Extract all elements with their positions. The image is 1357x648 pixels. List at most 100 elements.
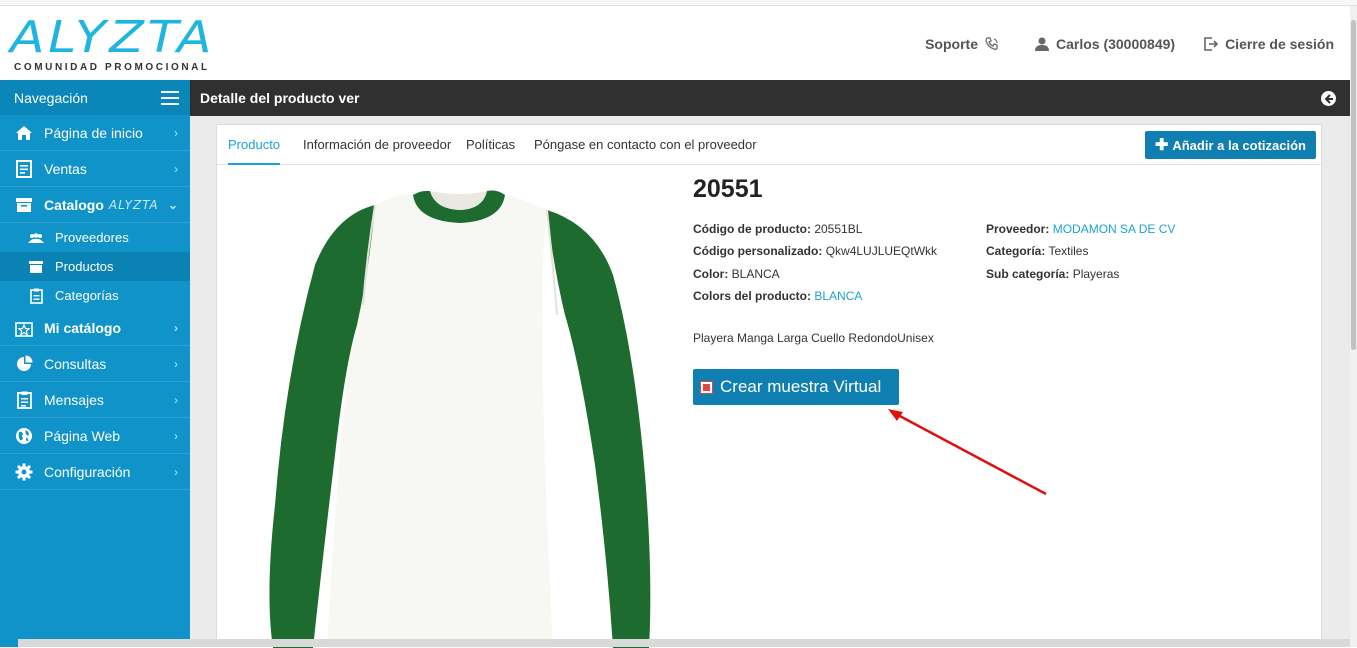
- add-to-quote-button[interactable]: ✚ Añadir a la cotización: [1144, 131, 1316, 159]
- sidebar-subitem-products[interactable]: Productos: [0, 252, 190, 281]
- chevron-right-icon: ›: [174, 465, 178, 479]
- sidebar-item-label: Ventas: [44, 160, 87, 177]
- sidebar-item-label: Configuración: [44, 463, 131, 480]
- subcategory-field: Sub categoría: Playeras: [986, 267, 1119, 281]
- top-header: ALYZTA COMUNIDAD PROMOCIONAL Soporte Car…: [0, 6, 1350, 80]
- archive-icon: [27, 260, 45, 273]
- sidebar-subitem-label: Categorías: [55, 288, 119, 303]
- custom-code: Qkw4LUJLUEQtWkk: [825, 244, 938, 258]
- chevron-right-icon: ›: [174, 162, 178, 176]
- tab-contact-supplier[interactable]: Póngase en contacto con el proveedor: [534, 125, 757, 165]
- pie-chart-icon: [14, 354, 34, 374]
- product-description: Playera Manga Larga Cuello RedondoUnisex: [693, 331, 934, 345]
- logo-subtitle: COMUNIDAD PROMOCIONAL: [14, 62, 210, 73]
- sidebar-item-queries[interactable]: Consultas ›: [0, 346, 190, 382]
- invoice-icon: [14, 159, 34, 179]
- sidebar-subitem-suppliers[interactable]: Proveedores: [0, 223, 190, 252]
- sidebar-item-catalog[interactable]: Catalogo ALYZTA ⌄: [0, 187, 190, 223]
- sidebar-item-label: Mensajes: [44, 391, 104, 408]
- category-field: Categoría: Textiles: [986, 244, 1088, 258]
- user-label: Carlos (30000849): [1055, 36, 1176, 52]
- star-icon: [14, 318, 34, 338]
- chevron-right-icon: ›: [174, 126, 178, 140]
- sidebar-item-label: Catalogo: [44, 196, 104, 213]
- back-arrow-icon[interactable]: [1321, 91, 1336, 106]
- sidebar: Navegación Página de inicio › Ventas › C…: [0, 80, 190, 647]
- horizontal-scrollbar[interactable]: [18, 639, 1350, 647]
- user-icon: [1034, 37, 1049, 51]
- page-title: Detalle del producto ver: [200, 90, 360, 106]
- sidebar-title: Navegación: [14, 89, 88, 106]
- sidebar-item-label: Página de inicio: [44, 124, 143, 141]
- sidebar-item-label: Página Web: [44, 427, 121, 444]
- logout-link[interactable]: Cierre de sesión: [1197, 36, 1334, 52]
- catalog-brand-tag: ALYZTA: [108, 197, 159, 212]
- clipboard-icon: [14, 390, 34, 410]
- field-label: Código de producto:: [693, 222, 811, 236]
- color-value: BLANCA: [731, 267, 780, 281]
- product-code-field: Código de producto: 20551BL: [693, 222, 862, 236]
- create-virtual-sample-button[interactable]: Crear muestra Virtual: [693, 369, 899, 405]
- sidebar-item-website[interactable]: Página Web ›: [0, 418, 190, 454]
- scrollbar-thumb[interactable]: [1351, 20, 1356, 350]
- chevron-right-icon: ›: [174, 321, 178, 335]
- tab-product[interactable]: Producto: [228, 125, 281, 165]
- sidebar-subitem-label: Proveedores: [55, 230, 129, 245]
- alyzta-logo[interactable]: ALYZTA COMUNIDAD PROMOCIONAL: [8, 12, 213, 78]
- sidebar-item-label: Mi catálogo: [44, 319, 122, 336]
- tab-policies[interactable]: Políticas: [466, 125, 515, 165]
- product-colors-link[interactable]: BLANCA: [814, 289, 862, 303]
- support-link[interactable]: Soporte: [925, 36, 1006, 52]
- sidebar-item-my-catalog[interactable]: Mi catálogo ›: [0, 310, 190, 346]
- product-detail-panel: Producto Información de proveedor Políti…: [216, 124, 1322, 648]
- product-name: 20551: [693, 175, 763, 203]
- plus-icon: ✚: [1154, 137, 1169, 154]
- field-label: Categoría:: [986, 244, 1046, 258]
- box-icon: [14, 195, 34, 215]
- users-icon: [27, 232, 45, 243]
- sidebar-subitem-categories[interactable]: Categorías: [0, 281, 190, 310]
- chevron-right-icon: ›: [174, 357, 178, 371]
- field-label: Sub categoría:: [986, 267, 1070, 281]
- logout-label: Cierre de sesión: [1225, 36, 1334, 52]
- product-colors-field: Colors del producto: BLANCA: [693, 289, 862, 303]
- chevron-down-icon: ⌄: [167, 198, 178, 212]
- sidebar-subitem-label: Productos: [55, 259, 114, 274]
- field-label: Proveedor:: [986, 222, 1050, 236]
- page-title-bar: Detalle del producto ver: [190, 80, 1350, 116]
- support-label: Soporte: [925, 36, 978, 52]
- sidebar-item-sales[interactable]: Ventas ›: [0, 151, 190, 187]
- field-label: Color:: [693, 267, 729, 281]
- logout-icon: [1204, 37, 1219, 51]
- globe-icon: [14, 426, 34, 446]
- product-code: 20551BL: [814, 222, 863, 236]
- chevron-right-icon: ›: [174, 393, 178, 407]
- product-tabs: Producto Información de proveedor Políti…: [217, 125, 1321, 165]
- field-label: Código personalizado:: [693, 244, 823, 258]
- header-actions: Soporte Carlos (30000849) Cierre de sesi…: [903, 36, 1334, 52]
- virtual-sample-label: Crear muestra Virtual: [720, 377, 882, 396]
- home-icon: [14, 123, 34, 143]
- main-content: Detalle del producto ver Producto Inform…: [190, 80, 1350, 648]
- hamburger-menu-icon[interactable]: [160, 90, 180, 106]
- custom-code-field: Código personalizado: Qkw4LUJLUEQtWkk: [693, 244, 937, 258]
- phone-icon: [985, 37, 998, 51]
- field-label: Colors del producto:: [693, 289, 811, 303]
- sidebar-item-settings[interactable]: Configuración ›: [0, 454, 190, 490]
- tab-supplier-info[interactable]: Información de proveedor: [303, 125, 451, 165]
- list-icon: [27, 288, 45, 304]
- category-value: Textiles: [1048, 244, 1089, 258]
- user-menu[interactable]: Carlos (30000849): [1028, 36, 1175, 52]
- logo-text: ALYZTA: [10, 12, 216, 63]
- sidebar-item-home[interactable]: Página de inicio ›: [0, 115, 190, 151]
- supplier-field: Proveedor: MODAMON SA DE CV: [986, 222, 1175, 236]
- supplier-link[interactable]: MODAMON SA DE CV: [1053, 222, 1176, 236]
- gear-icon: [14, 462, 34, 482]
- color-field: Color: BLANCA: [693, 267, 780, 281]
- chevron-right-icon: ›: [174, 429, 178, 443]
- add-to-quote-label: Añadir a la cotización: [1172, 137, 1306, 153]
- sidebar-item-label: Consultas: [44, 355, 107, 372]
- sidebar-item-messages[interactable]: Mensajes ›: [0, 382, 190, 418]
- product-image: [235, 175, 705, 648]
- subcategory-value: Playeras: [1072, 267, 1120, 281]
